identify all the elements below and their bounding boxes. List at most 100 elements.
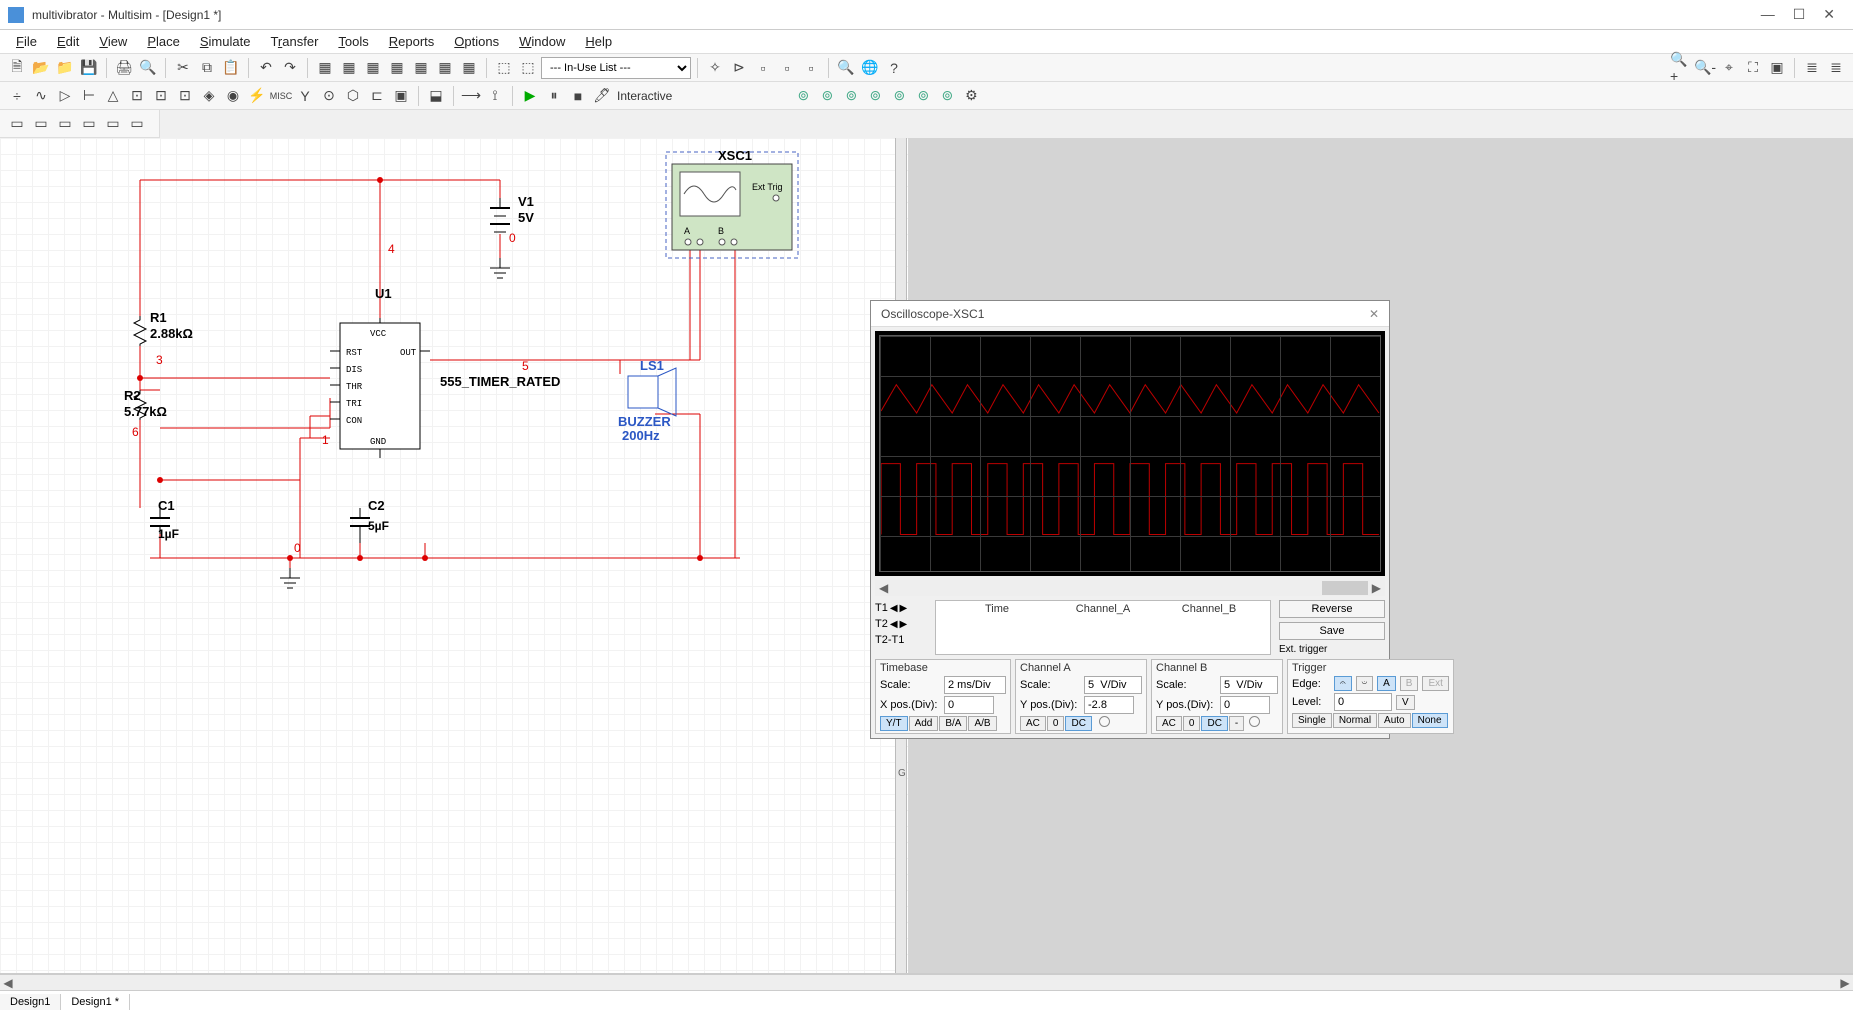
component-icon[interactable]: ⬚ [493,57,515,79]
trig-auto-button[interactable]: Auto [1378,713,1411,728]
oscilloscope-title-bar[interactable]: Oscilloscope-XSC1 ✕ [871,301,1389,327]
redo-icon[interactable]: ↷ [279,57,301,79]
trig-single-button[interactable]: Single [1292,713,1332,728]
neticon-4[interactable]: ▫ [800,57,822,79]
zoom-fit-icon[interactable]: ⛶ [1742,57,1764,79]
fullscreen-icon[interactable]: ▣ [1766,57,1788,79]
instr4-icon[interactable]: ▭ [78,113,100,135]
menu-reports[interactable]: Reports [379,32,445,51]
help-icon[interactable]: ? [883,57,905,79]
neticon-1[interactable]: ⊳ [728,57,750,79]
run-button[interactable]: ▶ [519,85,541,107]
transistor-icon[interactable]: ⊢ [78,85,100,107]
bus-icon[interactable]: ⟶ [460,85,482,107]
basic-icon[interactable]: ∿ [30,85,52,107]
menu-help[interactable]: Help [575,32,622,51]
scroll-left-icon[interactable]: ◀ [0,976,16,990]
copy-icon[interactable]: ⧉ [196,57,218,79]
grid7-icon[interactable]: ▦ [458,57,480,79]
oscilloscope-scrollbar[interactable]: ◀▶ [875,580,1385,596]
menu-options[interactable]: Options [444,32,509,51]
edge-falling-button[interactable]: 𝄑 [1356,676,1374,691]
grid1-icon[interactable]: ▦ [314,57,336,79]
electromech-icon[interactable]: ⊙ [318,85,340,107]
save-icon[interactable]: 💾 [78,57,100,79]
minimize-button[interactable]: — [1761,6,1775,23]
chb-scale-input[interactable] [1220,676,1278,694]
ni-icon[interactable]: ⬡ [342,85,364,107]
neticon-3[interactable]: ▫ [776,57,798,79]
menu-file[interactable]: File [6,32,47,51]
analysis2-icon[interactable]: ⊚ [816,85,838,107]
stop-button[interactable]: ■ [567,85,589,107]
grid3-icon[interactable]: ▦ [362,57,384,79]
pause-button[interactable]: ⏸ [543,85,565,107]
chb-zero-button[interactable]: 0 [1183,716,1201,731]
analysis4-icon[interactable]: ⊚ [864,85,886,107]
ttl-icon[interactable]: ⊡ [126,85,148,107]
save-button[interactable]: Save [1279,622,1385,640]
cha-zero-button[interactable]: 0 [1047,716,1065,731]
zoom-out-icon[interactable]: 🔍- [1694,57,1716,79]
rf-icon[interactable]: Y [294,85,316,107]
edge-rising-button[interactable]: 𝄐 [1334,676,1352,691]
mcu-icon[interactable]: ▣ [390,85,412,107]
misc1-icon[interactable]: ⊡ [174,85,196,107]
cha-ypos-input[interactable] [1084,696,1134,714]
zoom-area-icon[interactable]: ⌖ [1718,57,1740,79]
grid2-icon[interactable]: ▦ [338,57,360,79]
trig-ext-button[interactable]: Ext [1422,676,1448,691]
instr5-icon[interactable]: ▭ [102,113,124,135]
cha-ac-button[interactable]: AC [1020,716,1046,731]
design-canvas[interactable]: G G [0,138,1853,974]
reverse-button[interactable]: Reverse [1279,600,1385,618]
junction-icon[interactable]: ⟟ [484,85,506,107]
list2-icon[interactable]: ≣ [1825,57,1847,79]
cha-color-radio[interactable] [1099,716,1110,727]
menu-simulate[interactable]: Simulate [190,32,261,51]
trig-normal-button[interactable]: Normal [1333,713,1377,728]
grid4-icon[interactable]: ▦ [386,57,408,79]
analysis5-icon[interactable]: ⊚ [888,85,910,107]
menu-transfer[interactable]: Transfer [260,32,328,51]
t2-right-arrow[interactable]: ▶ [900,619,908,630]
analysis3-icon[interactable]: ⊚ [840,85,862,107]
close-button[interactable]: ✕ [1823,6,1835,23]
t1-left-arrow[interactable]: ◀ [890,603,898,614]
globe-icon[interactable]: 🌐 [859,57,881,79]
misc2-icon[interactable]: MISC [270,85,292,107]
trigger-level-input[interactable] [1334,693,1392,711]
zoom-icon[interactable]: 🔍 [835,57,857,79]
analysis6-icon[interactable]: ⊚ [912,85,934,107]
component2-icon[interactable]: ⬚ [517,57,539,79]
menu-tools[interactable]: Tools [328,32,378,51]
maximize-button[interactable]: ☐ [1793,6,1806,23]
chb-ypos-input[interactable] [1220,696,1270,714]
tab-design1[interactable]: Design1 [0,994,61,1010]
oscilloscope-screen[interactable] [875,331,1385,576]
power-icon[interactable]: ⚡ [246,85,268,107]
connector-icon[interactable]: ⊏ [366,85,388,107]
interactive-icon[interactable]: 🖊 [591,85,613,107]
ba-button[interactable]: B/A [939,716,967,731]
menu-view[interactable]: View [89,32,137,51]
trig-b-button[interactable]: B [1400,676,1419,691]
neticon-2[interactable]: ▫ [752,57,774,79]
analysis7-icon[interactable]: ⊚ [936,85,958,107]
timebase-xpos-input[interactable] [944,696,994,714]
trigger-unit[interactable]: V [1396,695,1415,710]
instr2-icon[interactable]: ▭ [30,113,52,135]
menu-window[interactable]: Window [509,32,575,51]
chb-color-radio[interactable] [1249,716,1260,727]
cut-icon[interactable]: ✂ [172,57,194,79]
open-icon[interactable]: 📂 [30,57,52,79]
analysis1-icon[interactable]: ⊚ [792,85,814,107]
instr6-icon[interactable]: ▭ [126,113,148,135]
grid6-icon[interactable]: ▦ [434,57,456,79]
trig-a-button[interactable]: A [1377,676,1396,691]
t2-left-arrow[interactable]: ◀ [890,619,898,630]
paste-icon[interactable]: 📋 [220,57,242,79]
print-icon[interactable]: 🖨 [113,57,135,79]
undo-icon[interactable]: ↶ [255,57,277,79]
trig-none-button[interactable]: None [1412,713,1448,728]
